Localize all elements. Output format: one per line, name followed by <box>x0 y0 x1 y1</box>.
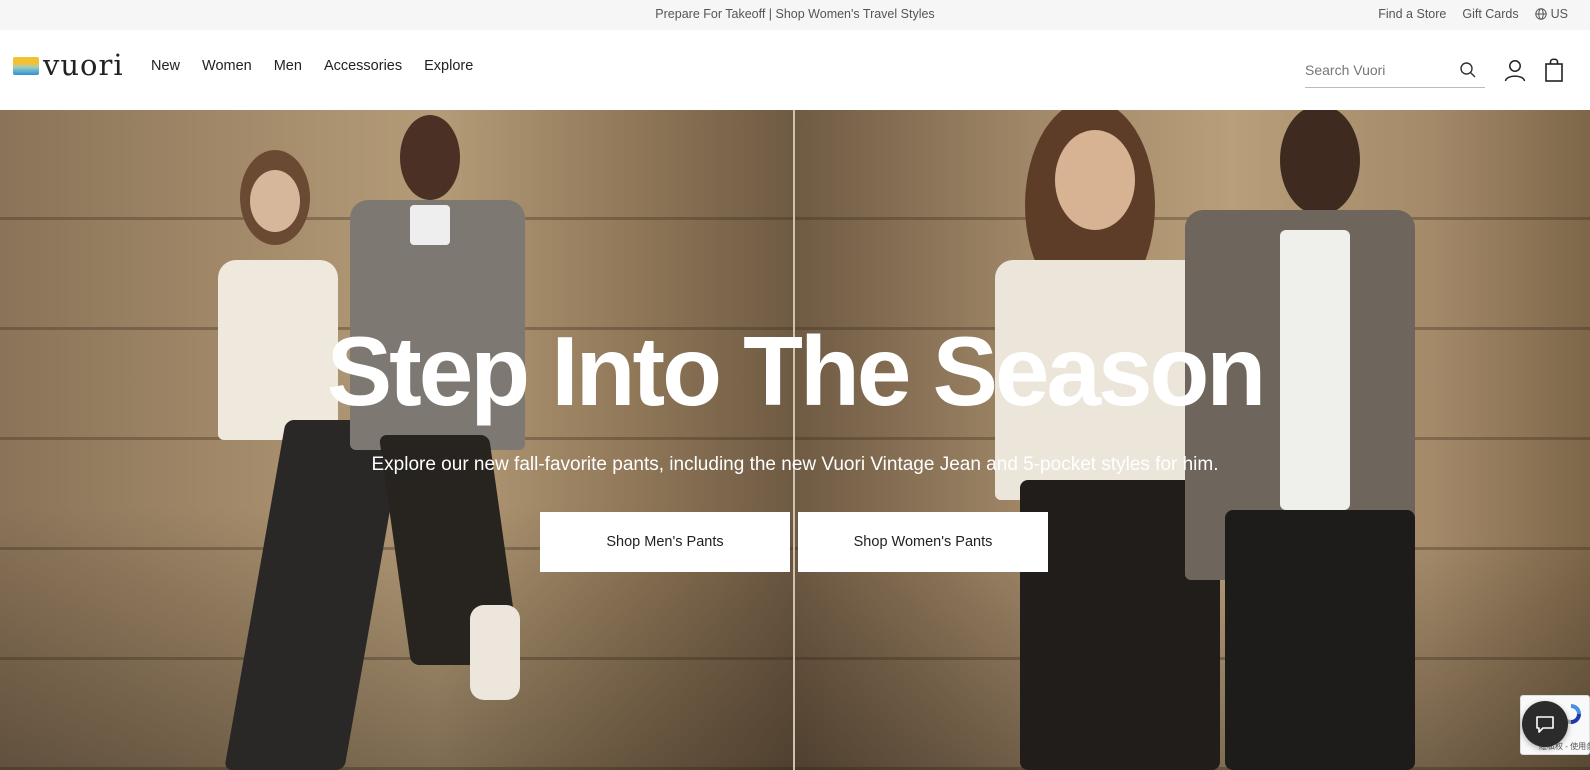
locale-label: US <box>1550 7 1568 21</box>
promo-bar: Prepare For Takeoff | Shop Women's Trave… <box>0 0 1590 30</box>
utility-links: Find a Store Gift Cards US <box>1378 7 1568 21</box>
search-input[interactable] <box>1305 58 1455 82</box>
hero-banner: Step Into The Season Explore our new fal… <box>0 110 1590 770</box>
chat-icon <box>1536 716 1554 733</box>
model-figure <box>1185 110 1435 770</box>
logo-mark-icon <box>13 56 39 75</box>
nav-item-women[interactable]: Women <box>202 58 252 74</box>
nav-item-men[interactable]: Men <box>274 58 302 74</box>
nav-item-accessories[interactable]: Accessories <box>324 58 402 74</box>
main-nav: New Women Men Accessories Explore <box>151 58 473 74</box>
hero-image-right <box>795 110 1590 770</box>
vuori-logo[interactable]: vuori <box>13 51 124 80</box>
chat-button[interactable] <box>1522 701 1568 747</box>
promo-link[interactable]: Prepare For Takeoff | Shop Women's Trave… <box>0 7 1590 21</box>
site-header: vuori New Women Men Accessories Explore <box>0 30 1590 110</box>
hero-image-left <box>0 110 793 770</box>
hero-title: Step Into The Season <box>326 316 1266 426</box>
logo-text: vuori <box>43 48 124 82</box>
locale-selector[interactable]: US <box>1534 7 1568 21</box>
nav-item-new[interactable]: New <box>151 58 180 74</box>
search-icon[interactable] <box>1459 61 1477 79</box>
shop-womens-pants-button[interactable]: Shop Women's Pants <box>798 512 1048 572</box>
gift-cards-link[interactable]: Gift Cards <box>1462 7 1518 21</box>
globe-icon <box>1534 8 1547 20</box>
hero-subtitle: Explore our new fall-favorite pants, inc… <box>371 454 1219 475</box>
account-icon[interactable] <box>1503 58 1527 82</box>
shop-mens-pants-button[interactable]: Shop Men's Pants <box>540 512 790 572</box>
nav-item-explore[interactable]: Explore <box>424 58 473 74</box>
cart-icon[interactable] <box>1543 57 1565 83</box>
search-box <box>1305 54 1485 88</box>
find-store-link[interactable]: Find a Store <box>1378 7 1446 21</box>
